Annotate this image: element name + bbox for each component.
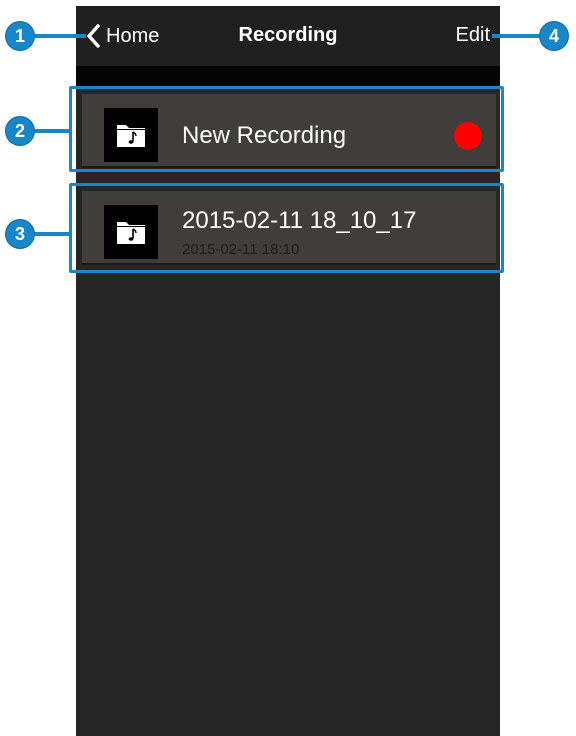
record-indicator-icon [454, 122, 482, 150]
phone-screen: Home Recording Edit New Recording 2015-0… [76, 6, 500, 736]
callout-leader-line [34, 232, 70, 236]
callout-badge-2: 2 [6, 117, 34, 145]
list-item-title: New Recording [182, 122, 347, 149]
header-divider [76, 66, 500, 86]
callout-badge-1: 1 [6, 22, 34, 50]
back-button[interactable]: Home [86, 22, 159, 50]
callout-badge-4: 4 [540, 22, 568, 50]
new-recording-row[interactable]: New Recording [82, 94, 496, 168]
callout-leader-line [34, 129, 70, 133]
callout-badge-3: 3 [6, 220, 34, 248]
recording-list: New Recording 2015-02-11 18_10_17 2015-0… [76, 86, 500, 736]
music-folder-icon [104, 205, 158, 259]
recording-row[interactable]: 2015-02-11 18_10_17 2015-02-11 18:10 [82, 191, 496, 265]
list-item-title: 2015-02-11 18_10_17 [182, 207, 417, 234]
back-button-label: Home [106, 24, 160, 47]
music-folder-icon [104, 108, 158, 162]
navigation-bar: Home Recording Edit [76, 6, 500, 66]
chevron-left-icon [86, 24, 100, 48]
edit-button[interactable]: Edit [456, 24, 490, 47]
list-item-timestamp: 2015-02-11 18:10 [182, 241, 300, 258]
